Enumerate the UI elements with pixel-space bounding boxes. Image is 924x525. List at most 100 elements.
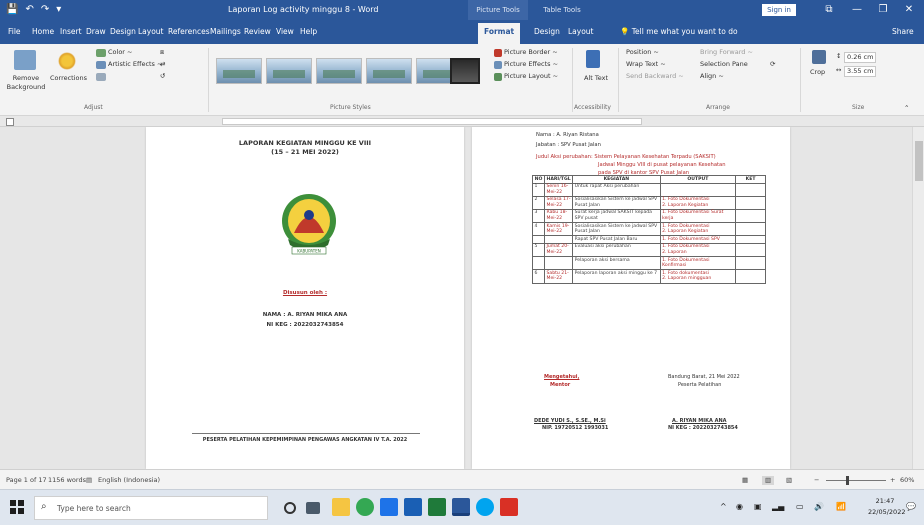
table-cell[interactable]: 1 (532, 182, 545, 197)
word-icon[interactable] (452, 498, 470, 516)
focus-mode-icon[interactable]: ▦ (742, 476, 748, 485)
table-cell[interactable] (659, 182, 737, 197)
reset-picture-icon[interactable]: ↺ (160, 72, 165, 81)
shape-height-input[interactable]: 0.26 cm (844, 52, 877, 63)
table-cell[interactable]: Senin 16-Mei-22 (543, 182, 574, 197)
change-picture-icon[interactable]: ⇄ (160, 60, 165, 69)
tab-design[interactable]: Design (110, 25, 136, 39)
zoom-in-icon[interactable]: + (890, 476, 895, 485)
collapse-ribbon-icon[interactable]: ⌃ (904, 104, 909, 113)
share-button[interactable]: Share (892, 25, 914, 39)
display-icon[interactable]: ▣ (754, 498, 762, 516)
table-cell[interactable] (735, 242, 766, 258)
picture-style-thumb[interactable] (216, 58, 262, 84)
proofing-icon[interactable]: ▤ (86, 476, 92, 485)
table-cell[interactable] (532, 256, 545, 271)
notifications-icon[interactable]: 💬 (906, 498, 916, 516)
table-cell[interactable]: Kamis 19-Mei-22 (543, 222, 574, 237)
tab-file[interactable]: File (8, 25, 21, 39)
close-button[interactable]: ✕ (900, 2, 918, 18)
position-button[interactable]: Position ~ (626, 48, 659, 57)
tab-mailings[interactable]: Mailings (210, 25, 241, 39)
tab-view[interactable]: View (276, 25, 294, 39)
table-cell[interactable] (735, 235, 766, 244)
table-cell[interactable]: 1. Foto Dokumentasi 2. Laporan Kegiatan (659, 195, 737, 210)
tab-home[interactable]: Home (32, 25, 54, 39)
table-cell[interactable]: 1. Foto dokumentasi 2. Laporan mingguan (659, 269, 737, 284)
page-2[interactable]: Nama : A. Riyan Ristana Jabatan : SPV Pu… (472, 127, 790, 469)
bring-forward-button[interactable]: Bring Forward ~ (700, 48, 753, 57)
browser-icon[interactable] (476, 498, 494, 516)
pdf-reader-icon[interactable] (500, 498, 518, 516)
file-explorer-icon[interactable] (332, 498, 350, 516)
chrome-icon[interactable] (356, 498, 374, 516)
tab-selector-icon[interactable] (6, 118, 14, 126)
tab-draw[interactable]: Draw (86, 25, 106, 39)
table-cell[interactable]: Rapat SPV Pusat Jalan Baru (572, 235, 661, 244)
table-cell[interactable] (735, 256, 766, 271)
crop-icon[interactable] (812, 50, 826, 64)
table-cell[interactable]: Jumat 20-Mei-22 (543, 242, 574, 258)
zoom-slider[interactable] (826, 480, 886, 481)
table-cell[interactable] (735, 195, 766, 210)
crop-button[interactable]: Crop (810, 68, 825, 77)
redo-icon[interactable]: ↷ (41, 3, 49, 17)
table-cell[interactable]: Rabu 18-Mei-22 (543, 208, 574, 224)
table-cell[interactable]: 4 (532, 222, 545, 237)
picture-style-thumb[interactable] (266, 58, 312, 84)
tray-app-icon[interactable]: ◉ (736, 498, 743, 516)
wrap-text-button[interactable]: Wrap Text ~ (626, 60, 666, 69)
sign-in-button[interactable]: Sign in (762, 4, 796, 16)
taskbar-search-box[interactable]: ⌕ Type here to search (34, 496, 268, 520)
corrections-icon[interactable] (58, 52, 76, 70)
show-hidden-icons[interactable]: ^ (720, 498, 727, 516)
zoom-slider-knob[interactable] (846, 476, 849, 485)
alt-text-button[interactable]: Alt Text (584, 74, 608, 83)
zoom-out-icon[interactable]: − (814, 476, 819, 485)
tab-layout[interactable]: Layout (138, 25, 164, 39)
table-cell[interactable] (735, 269, 766, 284)
undo-icon[interactable]: ↶ (25, 3, 33, 17)
table-cell[interactable]: 2 (532, 195, 545, 210)
picture-style-thumb[interactable] (316, 58, 362, 84)
cortana-icon[interactable] (284, 502, 296, 514)
table-cell[interactable]: 1. Foto Dokumentasi 2. Laporan (659, 242, 737, 258)
remove-background-button[interactable]: Remove Background (4, 74, 48, 92)
scrollbar-thumb[interactable] (915, 141, 923, 181)
table-cell[interactable] (543, 256, 574, 271)
tab-table-layout[interactable]: Layout (568, 25, 594, 39)
word-count[interactable]: 1156 words (48, 476, 86, 485)
print-layout-icon[interactable]: ▥ (762, 476, 775, 485)
table-cell[interactable] (735, 208, 766, 224)
shape-width-input[interactable]: 3.55 cm (844, 66, 877, 77)
table-cell[interactable] (532, 235, 545, 244)
windows-start-icon[interactable] (10, 500, 24, 514)
table-cell[interactable] (735, 222, 766, 237)
tab-review[interactable]: Review (244, 25, 271, 39)
table-cell[interactable]: Pelaporan aksi bersama (572, 256, 661, 271)
alt-text-icon[interactable] (586, 50, 600, 68)
volume-icon[interactable]: 🔊 (814, 498, 824, 516)
picture-border-button[interactable]: Picture Border ~ (504, 48, 558, 57)
ruler-track[interactable] (222, 118, 642, 125)
zoom-level[interactable]: 60% (900, 476, 914, 485)
remove-background-icon[interactable] (14, 50, 36, 70)
send-backward-button[interactable]: Send Backward ~ (626, 72, 684, 81)
table-cell[interactable]: 5 (532, 242, 545, 258)
artistic-effects-button[interactable]: Artistic Effects ~ (108, 60, 162, 69)
table-cell[interactable]: 1. Foto Dokumentasi Surat kerja (659, 208, 737, 224)
compress-pictures-icon[interactable]: ⧈ (160, 48, 164, 57)
activity-table[interactable]: NO HARI/TGL KEGIATAN OUTPUT KET 1 Senin 1… (532, 175, 766, 284)
color-button[interactable]: Color ~ (108, 48, 132, 57)
network-icon[interactable]: ▂▄ (772, 498, 784, 516)
battery-icon[interactable]: ▭ (796, 498, 804, 516)
picture-style-thumb[interactable] (450, 58, 480, 84)
edge-icon[interactable] (404, 498, 422, 516)
language-indicator[interactable]: English (Indonesia) (98, 476, 160, 485)
customize-qat-icon[interactable]: ▾ (56, 3, 61, 17)
restore-button[interactable]: ❐ (874, 2, 892, 18)
store-icon[interactable] (380, 498, 398, 516)
wifi-icon[interactable]: 📶 (836, 498, 846, 516)
tab-insert[interactable]: Insert (60, 25, 82, 39)
table-cell[interactable]: 1. Foto Dokumentasi SPV (659, 235, 737, 244)
